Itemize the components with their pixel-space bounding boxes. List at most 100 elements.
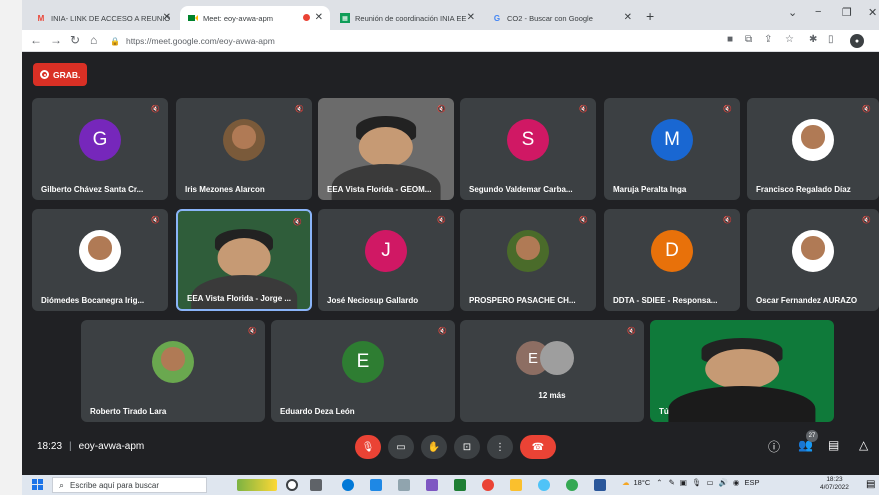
close-window-button[interactable]: ✕ xyxy=(868,6,877,19)
url-text: https://meet.google.com/eoy-avwa-apm xyxy=(125,36,275,46)
participant-tile[interactable]: 🔇 EEA Vista Florida - GEOM... xyxy=(318,98,454,200)
volume-icon[interactable]: 🔊 xyxy=(719,478,728,487)
more-options-button[interactable]: ⋮ xyxy=(487,435,513,459)
separator: | xyxy=(69,441,72,452)
close-tab-icon[interactable]: ✕ xyxy=(467,12,475,23)
network-icon[interactable]: ▣ xyxy=(680,478,687,487)
participant-tile[interactable]: Tú xyxy=(650,320,834,422)
weather-widget-icon[interactable] xyxy=(237,479,277,491)
open-external-icon[interactable]: ⧉ xyxy=(745,34,752,45)
participant-avatar xyxy=(792,119,834,161)
google-icon: G xyxy=(493,13,501,23)
new-tab-button[interactable]: + xyxy=(646,8,654,24)
windows-start-icon[interactable] xyxy=(32,479,44,491)
close-tab-icon[interactable]: ✕ xyxy=(315,12,323,23)
windows-taskbar: ⌕ Escribe aquí para buscar ☁ 18°C ⌃ ✎ ▣ … xyxy=(22,475,879,495)
participant-tile[interactable]: 🔇 PROSPERO PASACHE CH... xyxy=(460,209,596,311)
mic-off-button[interactable]: 🎙 xyxy=(355,435,381,459)
cortana-icon[interactable] xyxy=(286,479,298,491)
more-vert-icon: ⋮ xyxy=(495,441,505,453)
profile-avatar[interactable]: ● xyxy=(850,34,864,48)
recording-badge[interactable]: GRAB. xyxy=(33,63,88,86)
chrome-icon[interactable] xyxy=(482,479,494,491)
participant-tile[interactable]: 🔇 Iris Mezones Alarcon xyxy=(176,98,312,200)
activities-icon[interactable]: △ xyxy=(859,438,868,452)
camera-button[interactable]: ▭ xyxy=(388,435,414,459)
excel-icon[interactable] xyxy=(454,479,466,491)
camera-in-use-icon[interactable]: ■ xyxy=(727,34,733,45)
tab-search-icon[interactable]: ⌄ xyxy=(788,6,797,19)
browser-icon[interactable] xyxy=(538,479,550,491)
recording-dot-icon xyxy=(303,14,310,21)
minimize-button[interactable]: − xyxy=(815,6,821,18)
participant-avatar: E xyxy=(342,341,384,383)
tab-sheets[interactable]: ▦ Reunión de coordinación INIA EE ✕ xyxy=(332,6,482,30)
taskbar-search[interactable]: ⌕ Escribe aquí para buscar xyxy=(52,477,207,493)
reload-button[interactable]: ↻ xyxy=(70,33,80,47)
participant-name: DDTA - SDIEE - Responsa... xyxy=(613,296,718,305)
restore-button[interactable]: ❐ xyxy=(842,6,852,19)
record-icon xyxy=(40,70,49,79)
participant-tile[interactable]: E 🔇 12 más xyxy=(460,320,644,422)
edge-icon[interactable] xyxy=(342,479,354,491)
participant-name: Francisco Regalado Díaz xyxy=(756,185,851,194)
hang-up-icon: ☎ xyxy=(531,441,545,453)
mail-icon[interactable] xyxy=(370,479,382,491)
meeting-code: eoy-avwa-apm xyxy=(78,441,145,452)
raise-hand-button[interactable]: ✋ xyxy=(421,435,447,459)
extensions-icon[interactable]: ✱ xyxy=(809,34,817,45)
battery-icon[interactable]: ▭ xyxy=(706,478,713,487)
close-tab-icon[interactable]: ✕ xyxy=(624,12,632,23)
tab-meet[interactable]: Meet: eoy-avwa-apm ✕ xyxy=(180,6,330,30)
taskbar-clock[interactable]: 18:23 4/07/2022 xyxy=(820,476,849,492)
calculator-icon[interactable] xyxy=(398,479,410,491)
pen-tray-icon[interactable]: ✎ xyxy=(669,478,675,487)
participant-tile[interactable]: 🔇 Oscar Fernandez AURAZO xyxy=(747,209,879,311)
mic-muted-icon: 🔇 xyxy=(723,217,732,224)
participant-name: Roberto Tirado Lara xyxy=(90,407,167,416)
participant-tile[interactable]: J 🔇 José Neciosup Gallardo xyxy=(318,209,454,311)
chrome-tray-icon[interactable]: ◉ xyxy=(733,478,740,487)
participant-tile[interactable]: D 🔇 DDTA - SDIEE - Responsa... xyxy=(604,209,740,311)
participant-avatar xyxy=(540,341,574,375)
file-explorer-icon[interactable] xyxy=(510,479,522,491)
back-button[interactable]: ← xyxy=(30,33,42,47)
chat-icon[interactable]: ▤ xyxy=(828,438,839,452)
show-hidden-icons[interactable]: ⌃ xyxy=(656,478,662,487)
side-panel-icon[interactable]: ▯ xyxy=(828,34,834,45)
bookmark-star-icon[interactable]: ☆ xyxy=(785,34,794,45)
present-button[interactable]: ⊡ xyxy=(454,435,480,459)
close-tab-icon[interactable]: ✕ xyxy=(163,12,171,23)
language-indicator[interactable]: ESP xyxy=(744,478,759,487)
task-view-icon[interactable] xyxy=(310,479,322,491)
tab-strip: M INIA- LINK DE ACCESO A REUNIÓ ✕ Meet: … xyxy=(22,0,879,30)
participant-tile[interactable]: 🔇 EEA Vista Florida - Jorge ... xyxy=(176,209,312,311)
participant-tile[interactable]: E 🔇 Eduardo Deza León xyxy=(271,320,455,422)
search-placeholder: Escribe aquí para buscar xyxy=(70,480,159,490)
participant-tile[interactable]: 🔇 Diómedes Bocanegra Irig... xyxy=(32,209,168,311)
participant-avatar: G xyxy=(79,119,121,161)
meeting-time: 18:23 xyxy=(37,441,63,452)
pen-icon[interactable] xyxy=(426,479,438,491)
tab-gmail[interactable]: M INIA- LINK DE ACCESO A REUNIÓ ✕ xyxy=(28,6,178,30)
participant-name: PROSPERO PASACHE CH... xyxy=(469,296,576,305)
participant-tile[interactable]: S 🔇 Segundo Valdemar Carba... xyxy=(460,98,596,200)
notifications-icon[interactable]: ▤ xyxy=(866,479,875,490)
mic-tray-icon[interactable]: 🎙 xyxy=(692,478,702,487)
home-button[interactable]: ⌂ xyxy=(90,33,97,47)
participant-tile[interactable]: G 🔇 Gilberto Chávez Santa Cr... xyxy=(32,98,168,200)
participant-tile[interactable]: 🔇 Francisco Regalado Díaz xyxy=(747,98,879,200)
tab-google[interactable]: G CO2 - Buscar con Google ✕ xyxy=(484,6,639,30)
participant-name: Gilberto Chávez Santa Cr... xyxy=(41,185,144,194)
leave-call-button[interactable]: ☎ xyxy=(520,435,556,459)
participant-tile[interactable]: 🔇 Roberto Tirado Lara xyxy=(81,320,265,422)
word-icon[interactable] xyxy=(594,479,606,491)
participant-tile[interactable]: M 🔇 Maruja Peralta Inga xyxy=(604,98,740,200)
share-icon[interactable]: ⇪ xyxy=(764,34,772,45)
forward-button[interactable]: → xyxy=(50,33,62,47)
participant-name: Diómedes Bocanegra Irig... xyxy=(41,296,145,305)
chrome-alt-icon[interactable] xyxy=(566,479,578,491)
info-icon[interactable]: ⓘ xyxy=(768,438,780,455)
address-bar[interactable]: 🔒 https://meet.google.com/eoy-avwa-apm xyxy=(110,32,710,50)
weather-icon: ☁ xyxy=(622,478,630,487)
